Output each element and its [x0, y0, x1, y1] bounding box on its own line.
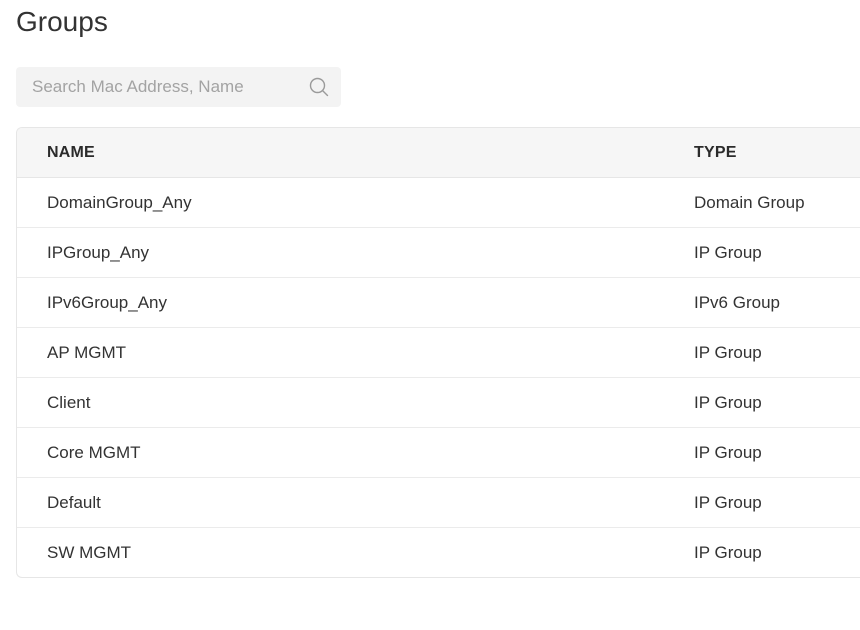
cell-group-name: Core MGMT [47, 443, 141, 462]
cell-group-type: IP Group [694, 243, 762, 262]
cell-group-type: IP Group [694, 393, 762, 412]
table-row[interactable]: IPGroup_Any IP Group [17, 228, 860, 278]
cell-group-name: IPGroup_Any [47, 243, 150, 262]
column-header-name[interactable]: NAME [47, 128, 95, 177]
cell-group-name: Default [47, 493, 101, 512]
cell-group-name: IPv6Group_Any [47, 293, 168, 312]
search-input[interactable] [16, 67, 306, 107]
table-row[interactable]: Core MGMT IP Group [17, 428, 860, 478]
search-icon[interactable] [309, 77, 329, 97]
search-box [16, 67, 341, 107]
column-header-type[interactable]: TYPE [694, 128, 737, 177]
table-row[interactable]: IPv6Group_Any IPv6 Group [17, 278, 860, 328]
cell-group-name: SW MGMT [47, 543, 132, 562]
table-row[interactable]: Default IP Group [17, 478, 860, 528]
cell-group-type: Domain Group [694, 193, 805, 212]
groups-page: Groups NAME TYPE DomainGroup_Any Domain G… [0, 0, 860, 630]
table-row[interactable]: DomainGroup_Any Domain Group [17, 178, 860, 228]
table-row[interactable]: SW MGMT IP Group [17, 528, 860, 577]
cell-group-name: Client [47, 393, 91, 412]
cell-group-name: AP MGMT [47, 343, 127, 362]
groups-table: NAME TYPE DomainGroup_Any Domain Group IPG… [16, 127, 860, 578]
table-body: DomainGroup_Any Domain Group IPGroup_Any IP… [17, 178, 860, 577]
cell-group-type: IP Group [694, 443, 762, 462]
table-row[interactable]: AP MGMT IP Group [17, 328, 860, 378]
table-row[interactable]: Client IP Group [17, 378, 860, 428]
table-header: NAME TYPE [17, 128, 860, 178]
cell-group-name: DomainGroup_Any [47, 193, 192, 212]
cell-group-type: IP Group [694, 543, 762, 562]
page-title: Groups [16, 6, 108, 37]
cell-group-type: IP Group [694, 493, 762, 512]
cell-group-type: IPv6 Group [694, 293, 780, 312]
cell-group-type: IP Group [694, 343, 762, 362]
